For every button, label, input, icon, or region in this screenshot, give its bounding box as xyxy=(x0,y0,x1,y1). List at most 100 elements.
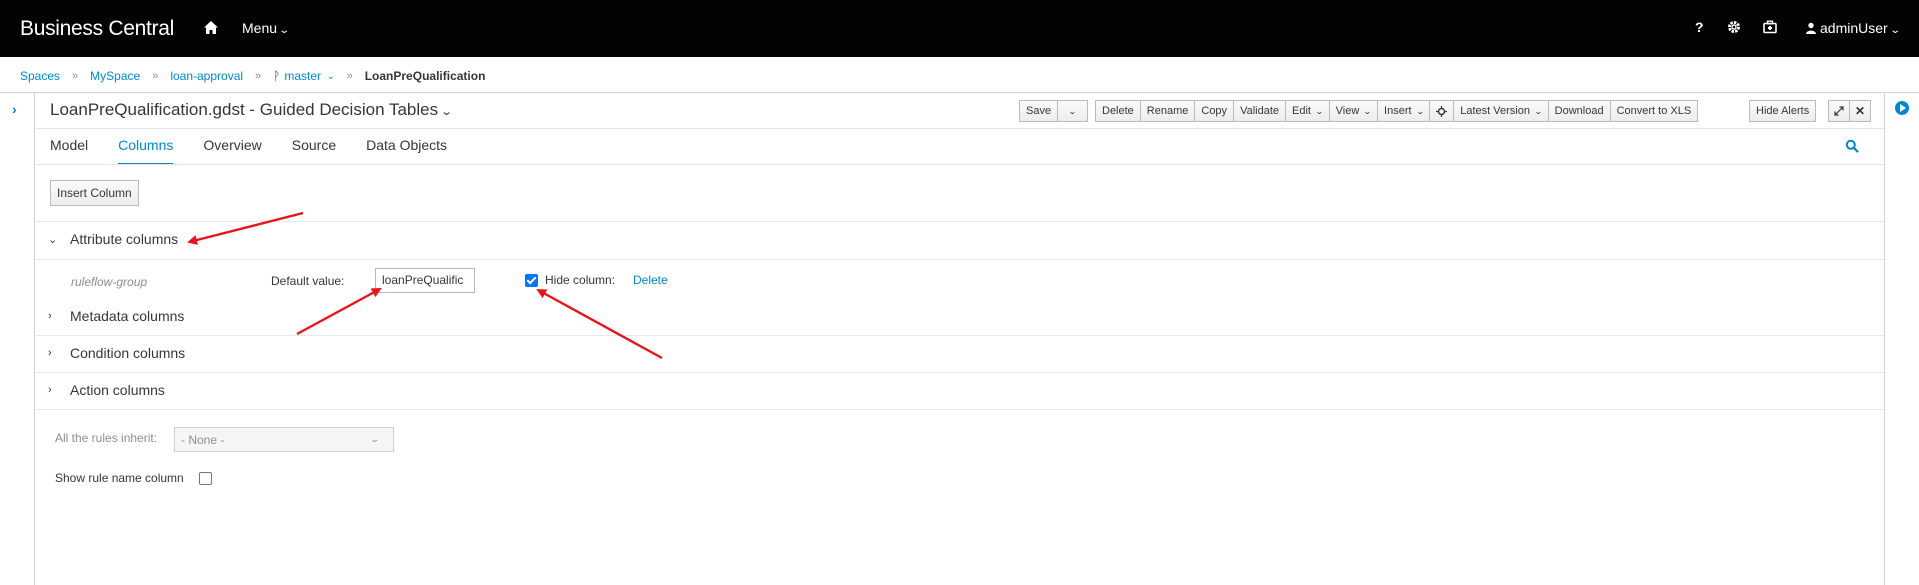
edit-dropdown[interactable]: Edit ⌄ xyxy=(1285,100,1330,122)
breadcrumb-branch[interactable]: master xyxy=(284,69,321,83)
brand-logo[interactable]: Business Central xyxy=(20,17,174,41)
menu-label: Menu xyxy=(242,20,278,36)
section-label: Action columns xyxy=(70,382,165,398)
chevron-down-icon: ⌄ xyxy=(1415,106,1425,116)
editor-title-text: LoanPreQualification.gdst - Guided Decis… xyxy=(50,100,439,119)
convert-to-xls-button[interactable]: Convert to XLS xyxy=(1609,100,1699,122)
chevron-down-icon: ⌄ xyxy=(1889,25,1901,36)
tab-overview[interactable]: Overview xyxy=(203,137,261,165)
copy-button[interactable]: Copy xyxy=(1194,100,1235,122)
inherit-label: All the rules inherit: xyxy=(55,431,158,445)
annotation-arrow xyxy=(187,211,304,245)
home-icon[interactable] xyxy=(201,18,221,38)
hide-alerts-group: Hide Alerts xyxy=(1749,100,1817,122)
user-icon xyxy=(1806,22,1816,34)
delete-attribute-link[interactable]: Delete xyxy=(633,273,668,287)
action-columns-header[interactable]: › Action columns xyxy=(48,382,165,398)
chevron-down-icon: ⌄ xyxy=(1314,106,1324,116)
crosshair-icon xyxy=(1436,105,1448,117)
insert-column-button[interactable]: Insert Column xyxy=(50,180,139,206)
default-value-input[interactable]: loanPreQualific xyxy=(375,268,475,293)
validate-button[interactable]: Validate xyxy=(1233,100,1286,122)
rename-button[interactable]: Rename xyxy=(1139,100,1196,122)
view-dropdown[interactable]: View ⌄ xyxy=(1328,100,1379,122)
hide-alerts-button[interactable]: Hide Alerts xyxy=(1749,100,1817,122)
top-navbar: Business Central Menu⌄ ? adminUser⌄ xyxy=(0,0,1919,57)
divider xyxy=(36,372,1884,373)
divider xyxy=(36,335,1884,336)
delete-button[interactable]: Delete xyxy=(1095,100,1141,122)
latest-version-dropdown[interactable]: Latest Version ⌄ xyxy=(1453,100,1549,122)
inherit-select-value: - None - xyxy=(181,432,225,447)
maximize-button[interactable] xyxy=(1828,100,1850,122)
help-icon[interactable]: ? xyxy=(1695,19,1704,35)
rule-name-checkbox[interactable] xyxy=(199,472,212,485)
breadcrumb-project[interactable]: loan-approval xyxy=(170,69,243,83)
section-label: Condition columns xyxy=(70,345,186,361)
save-button[interactable]: Save xyxy=(1019,100,1059,122)
breadcrumb-separator: » xyxy=(346,70,353,82)
breadcrumb-spaces[interactable]: Spaces xyxy=(20,69,60,83)
briefcase-icon[interactable] xyxy=(1763,20,1777,34)
chevron-right-icon[interactable]: › xyxy=(12,101,17,117)
insert-label: Insert xyxy=(1384,105,1412,117)
view-label: View xyxy=(1335,105,1360,117)
rule-name-label: Show rule name column xyxy=(55,471,184,485)
tab-data-objects[interactable]: Data Objects xyxy=(366,137,447,165)
annotation-arrows xyxy=(187,211,663,360)
divider xyxy=(0,92,1919,93)
right-panel-rail xyxy=(1884,93,1919,585)
section-label: Metadata columns xyxy=(70,308,185,324)
hide-column-checkbox[interactable] xyxy=(525,274,538,287)
breadcrumb-separator: » xyxy=(152,70,159,82)
close-icon[interactable]: ✕ xyxy=(1849,100,1871,122)
chevron-down-icon[interactable]: ⌄ xyxy=(327,71,335,82)
tab-source[interactable]: Source xyxy=(292,137,336,165)
chevron-right-icon: › xyxy=(48,384,52,396)
insert-dropdown[interactable]: Insert ⌄ xyxy=(1377,100,1431,122)
tab-columns[interactable]: Columns xyxy=(118,137,174,165)
breadcrumb-myspace[interactable]: MySpace xyxy=(90,69,140,83)
condition-columns-header[interactable]: › Condition columns xyxy=(48,345,185,361)
annotation-arrow xyxy=(536,288,663,360)
expand-icon xyxy=(1834,106,1844,116)
gear-icon[interactable] xyxy=(1727,20,1741,34)
divider xyxy=(36,259,1884,260)
inherit-select[interactable]: - None - ⌄ xyxy=(174,427,394,452)
chevron-right-icon: › xyxy=(48,347,52,359)
chevron-down-icon: ⌄ xyxy=(370,434,381,444)
user-menu[interactable]: adminUser⌄ xyxy=(1805,20,1901,36)
attribute-name: ruleflow-group xyxy=(71,275,148,289)
tab-model[interactable]: Model xyxy=(50,137,88,165)
chevron-down-icon: ⌄ xyxy=(48,233,58,246)
editor-title[interactable]: LoanPreQualification.gdst - Guided Decis… xyxy=(50,100,453,120)
default-value-label: Default value: xyxy=(271,274,345,288)
user-name: adminUser xyxy=(1820,20,1888,36)
breadcrumb-asset: LoanPreQualification xyxy=(364,69,486,83)
left-panel-rail: › xyxy=(0,93,35,585)
editor-tabs: Model Columns Overview Source Data Objec… xyxy=(50,137,477,165)
metadata-columns-header[interactable]: › Metadata columns xyxy=(48,308,184,324)
save-button-group: Save ⌄ xyxy=(1019,100,1089,122)
main-menu-dropdown[interactable]: Menu⌄ xyxy=(242,20,291,36)
editor-toolbar: Delete Rename Copy Validate Edit ⌄ View ⌄ … xyxy=(1095,100,1699,122)
edit-label: Edit xyxy=(1292,105,1311,117)
divider xyxy=(36,409,1884,410)
attribute-columns-header[interactable]: ⌄ Attribute columns xyxy=(48,231,178,247)
chevron-right-icon: › xyxy=(48,310,52,322)
play-circle-icon[interactable] xyxy=(1895,101,1909,115)
save-options-dropdown[interactable]: ⌄ xyxy=(1057,100,1089,122)
search-icon[interactable] xyxy=(1845,139,1859,153)
divider xyxy=(36,221,1884,222)
annotation-arrow xyxy=(296,287,382,336)
crosshair-button[interactable] xyxy=(1429,100,1455,122)
window-controls: ✕ xyxy=(1828,100,1871,122)
chevron-down-icon: ⌄ xyxy=(1363,106,1373,116)
divider xyxy=(36,164,1884,165)
chevron-down-icon: ⌄ xyxy=(1533,106,1543,116)
download-button[interactable]: Download xyxy=(1547,100,1611,122)
hide-column-label: Hide column: xyxy=(545,273,616,287)
branch-icon: ᚹ xyxy=(273,69,281,83)
latest-version-label: Latest Version xyxy=(1460,105,1530,117)
chevron-down-icon: ⌄ xyxy=(278,25,291,36)
